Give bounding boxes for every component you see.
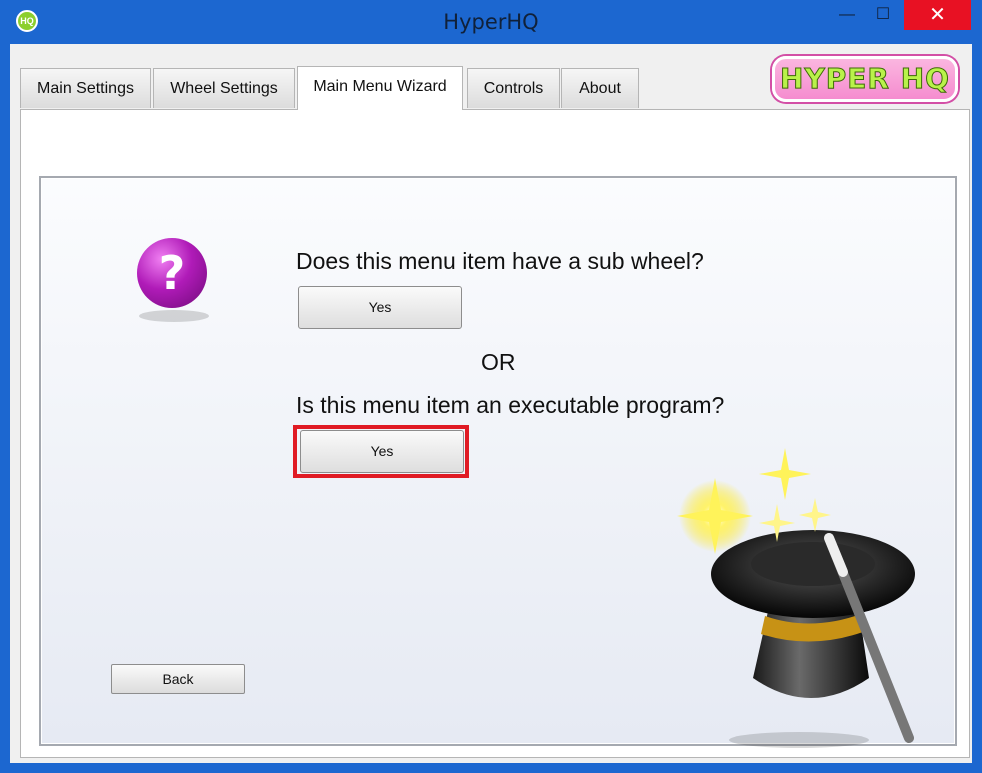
tab-panel: ? Does this menu item have a sub wheel? … bbox=[20, 109, 970, 758]
question-mark-icon: ? bbox=[137, 238, 207, 308]
title-bar[interactable]: HQ HyperHQ — ☐ ✕ bbox=[0, 0, 982, 44]
tab-main-menu-wizard[interactable]: Main Menu Wizard bbox=[297, 66, 463, 110]
client-area: Main Settings Wheel Settings Main Menu W… bbox=[10, 44, 972, 763]
wizard-panel: ? Does this menu item have a sub wheel? … bbox=[39, 176, 957, 748]
back-button[interactable]: Back bbox=[111, 664, 245, 694]
tab-about[interactable]: About bbox=[561, 68, 639, 108]
magic-hat-wand-icon bbox=[677, 448, 915, 748]
question-icon-shadow bbox=[139, 310, 209, 322]
app-window: HQ HyperHQ — ☐ ✕ Main Settings Wheel Set… bbox=[0, 0, 982, 773]
yes-sub-wheel-button[interactable]: Yes bbox=[298, 286, 462, 329]
hyperhq-logo: HYPER HQ bbox=[772, 56, 958, 102]
maximize-button[interactable]: ☐ bbox=[864, 0, 902, 30]
yes-executable-button[interactable]: Yes bbox=[300, 430, 464, 473]
tab-wheel-settings[interactable]: Wheel Settings bbox=[153, 68, 295, 108]
or-label: OR bbox=[481, 349, 516, 375]
tab-controls[interactable]: Controls bbox=[467, 68, 560, 108]
tab-main-settings[interactable]: Main Settings bbox=[20, 68, 151, 108]
sub-wheel-question: Does this menu item have a sub wheel? bbox=[296, 248, 704, 274]
executable-question: Is this menu item an executable program? bbox=[296, 392, 725, 418]
close-button[interactable]: ✕ bbox=[904, 0, 971, 30]
minimize-button[interactable]: — bbox=[828, 0, 866, 30]
